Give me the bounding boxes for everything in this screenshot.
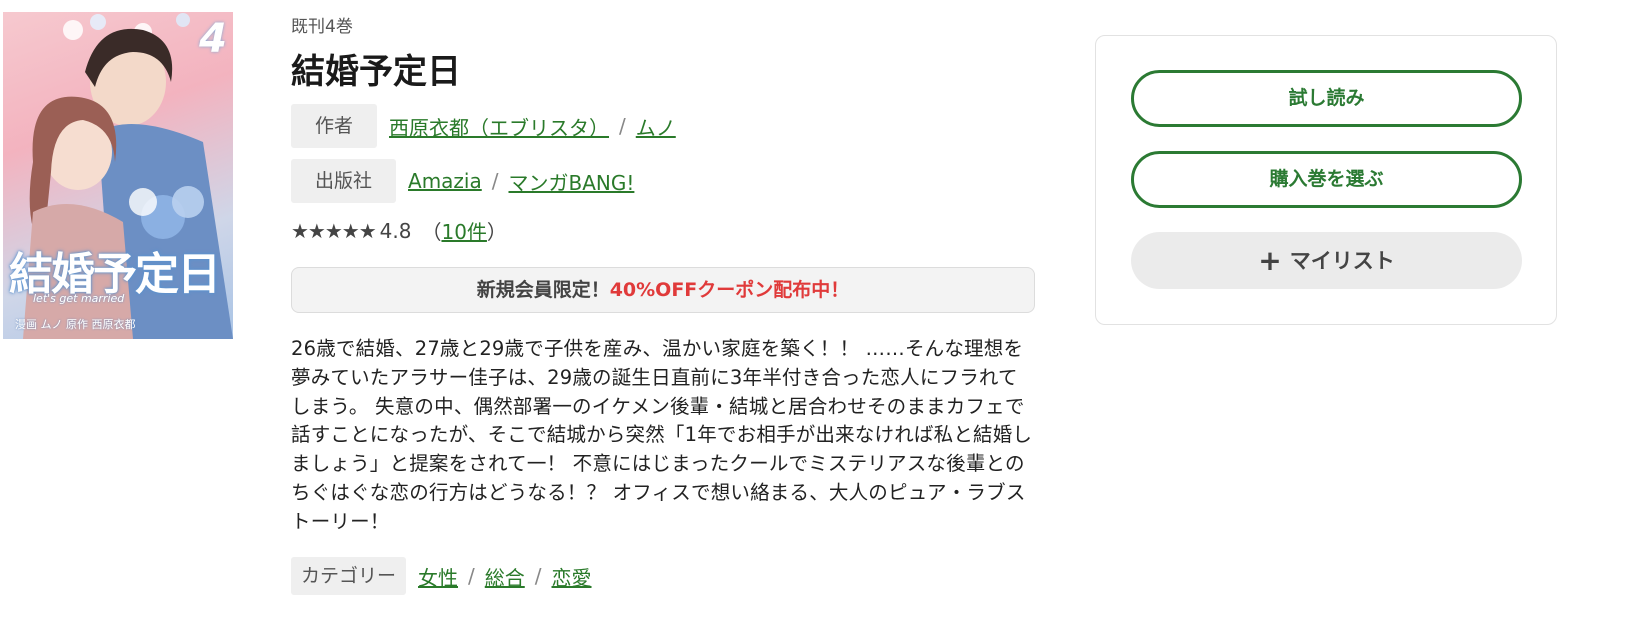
- author-links: 西原衣都（エブリスタ） / ムノ: [389, 112, 676, 141]
- publisher-label: 出版社: [291, 159, 397, 203]
- select-volume-button[interactable]: 購入巻を選ぶ: [1131, 151, 1522, 208]
- category-link-renai[interactable]: 恋愛: [552, 562, 592, 591]
- review-count-open: （: [421, 220, 442, 244]
- category-row: カテゴリー 女性 / 総合 / 恋愛: [291, 557, 592, 595]
- coupon-highlight: 40%OFFクーポン配布中！: [609, 279, 850, 301]
- coupon-prefix: 新規会員限定！: [476, 279, 610, 301]
- rating-row: ★★★★★ 4.8 （10件）: [291, 216, 507, 245]
- publisher-links: Amazia / マンガBANG!: [408, 167, 634, 196]
- author-link-nishihara[interactable]: 西原衣都（エブリスタ）: [389, 112, 609, 141]
- mylist-label: マイリスト: [1289, 249, 1395, 273]
- separator: /: [534, 564, 542, 588]
- book-title: 結婚予定日: [291, 52, 461, 92]
- author-row: 作者 西原衣都（エブリスタ） / ムノ: [291, 104, 676, 148]
- category-link-josei[interactable]: 女性: [418, 562, 458, 591]
- cover-volume-number: 4: [199, 16, 227, 62]
- separator: /: [468, 564, 475, 588]
- volume-count: 既刊4巻: [291, 17, 353, 37]
- category-link-sougou[interactable]: 総合: [485, 562, 525, 591]
- publisher-link-mangabang[interactable]: マンガBANG!: [509, 167, 635, 196]
- rating-score: 4.8: [379, 218, 412, 243]
- plus-icon: +: [1258, 244, 1282, 277]
- add-mylist-button[interactable]: + マイリスト: [1131, 232, 1522, 289]
- coupon-banner[interactable]: 新規会員限定！40%OFFクーポン配布中！: [291, 267, 1035, 313]
- review-count: （10件）: [421, 216, 506, 245]
- book-description: 26歳で結婚、27歳と29歳で子供を産み、温かい家庭を築く！！ ……そんな理想を…: [291, 337, 1033, 533]
- trial-read-button[interactable]: 試し読み: [1131, 70, 1522, 127]
- separator: /: [491, 169, 499, 193]
- category-label: カテゴリー: [291, 557, 407, 595]
- author-link-muno[interactable]: ムノ: [636, 112, 676, 141]
- review-count-link[interactable]: 10件: [441, 220, 486, 244]
- author-label: 作者: [291, 104, 378, 148]
- cover-subtitle-art: let's get married: [33, 292, 125, 305]
- publisher-link-amazia[interactable]: Amazia: [408, 169, 482, 193]
- star-rating-icon: ★★★★★: [291, 218, 377, 243]
- category-links: 女性 / 総合 / 恋愛: [418, 562, 592, 591]
- review-count-close: ）: [486, 220, 507, 244]
- action-panel: 試し読み 購入巻を選ぶ + マイリスト: [1095, 35, 1557, 325]
- book-cover-image[interactable]: 4 結婚予定日 let's get married 漫画 ムノ 原作 西原衣都: [3, 12, 233, 339]
- cover-credits-art: 漫画 ムノ 原作 西原衣都: [15, 318, 136, 331]
- separator: /: [619, 114, 626, 138]
- publisher-row: 出版社 Amazia / マンガBANG!: [291, 159, 634, 203]
